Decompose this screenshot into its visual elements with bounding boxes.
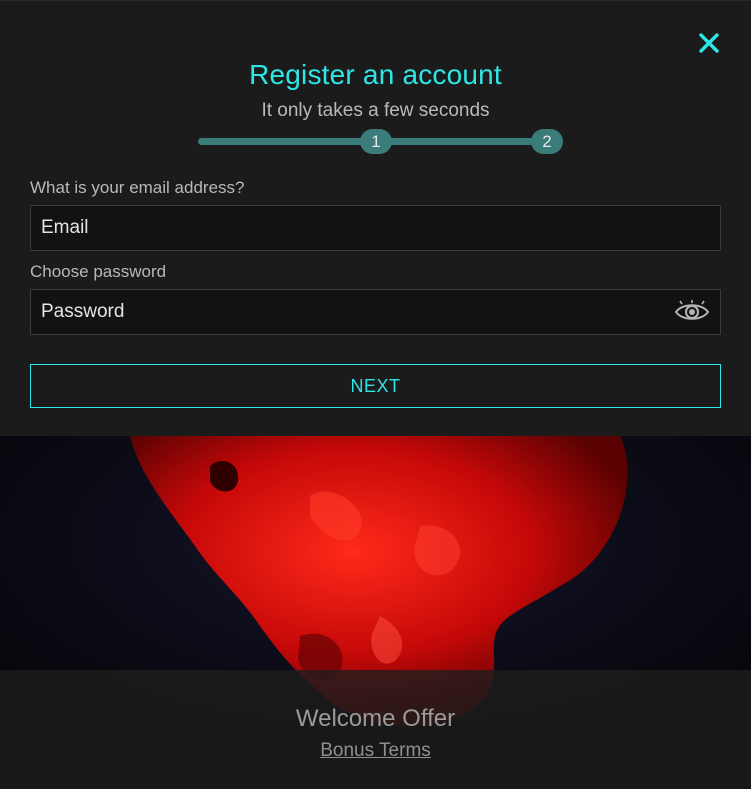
password-field-wrapper [30, 289, 721, 335]
step-indicator-1: 1 [360, 129, 392, 154]
email-field[interactable] [31, 206, 720, 250]
email-label: What is your email address? [30, 178, 245, 197]
step-indicator-2: 2 [531, 129, 563, 154]
step-progress: 1 2 [198, 129, 564, 155]
bonus-terms-link[interactable]: Bonus Terms [320, 740, 431, 761]
welcome-offer-title: Welcome Offer [295, 705, 456, 732]
password-label: Choose password [30, 262, 167, 281]
email-field-wrapper [30, 205, 721, 251]
modal-subtitle: It only takes a few seconds [261, 100, 490, 121]
close-icon[interactable] [695, 29, 723, 57]
eye-icon[interactable] [674, 300, 710, 324]
bonus-terms-container: Bonus Terms [0, 740, 751, 762]
register-modal: Register an account It only takes a few … [0, 0, 751, 789]
password-field[interactable] [31, 290, 720, 334]
modal-title: Register an account [249, 59, 502, 90]
register-panel: Register an account It only takes a few … [0, 0, 751, 436]
next-button[interactable]: NEXT [30, 364, 721, 408]
